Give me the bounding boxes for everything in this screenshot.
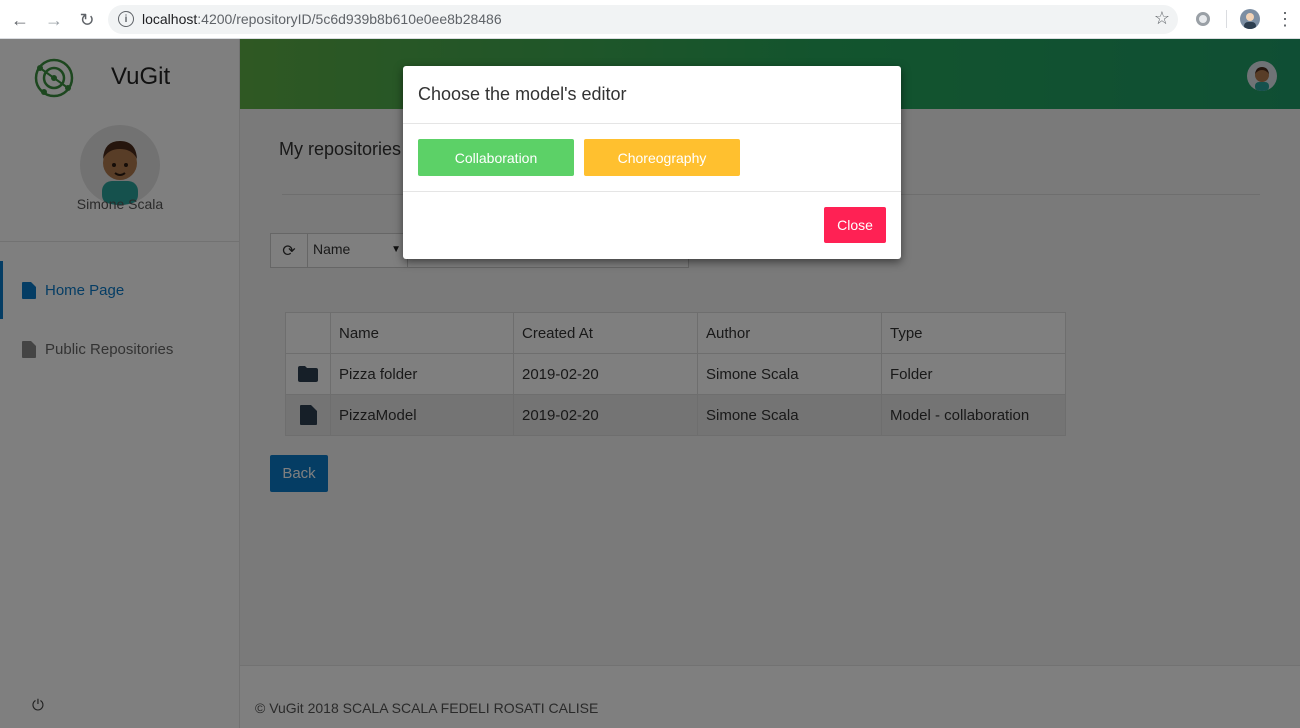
url-path: :4200/repositoryID/5c6d939b8b610e0ee8b28… [197, 11, 502, 27]
extension-icon[interactable] [1196, 12, 1210, 26]
browser-menu-icon[interactable]: ⋮ [1276, 9, 1294, 29]
back-arrow-icon[interactable]: ← [8, 8, 32, 32]
modal-header-divider [403, 123, 901, 124]
browser-toolbar: ← → ↻ i localhost:4200/repositoryID/5c6d… [0, 0, 1300, 39]
url-text[interactable]: localhost:4200/repositoryID/5c6d939b8b61… [142, 11, 502, 27]
modal-footer-divider [403, 191, 901, 192]
forward-arrow-icon[interactable]: → [42, 8, 66, 32]
collaboration-button[interactable]: Collaboration [418, 139, 574, 176]
modal-title: Choose the model's editor [418, 84, 627, 104]
toolbar-divider [1226, 10, 1227, 28]
editor-choice-modal: Choose the model's editor Collaboration … [403, 66, 901, 259]
url-host: localhost [142, 11, 198, 27]
bookmark-star-icon[interactable]: ☆ [1154, 8, 1170, 29]
choreography-button[interactable]: Choreography [584, 139, 740, 176]
info-icon[interactable]: i [118, 11, 134, 27]
close-button[interactable]: Close [824, 207, 886, 243]
address-bar[interactable]: i localhost:4200/repositoryID/5c6d939b8b… [108, 5, 1178, 34]
reload-icon[interactable]: ↻ [75, 8, 99, 32]
browser-profile-avatar[interactable] [1240, 9, 1260, 29]
